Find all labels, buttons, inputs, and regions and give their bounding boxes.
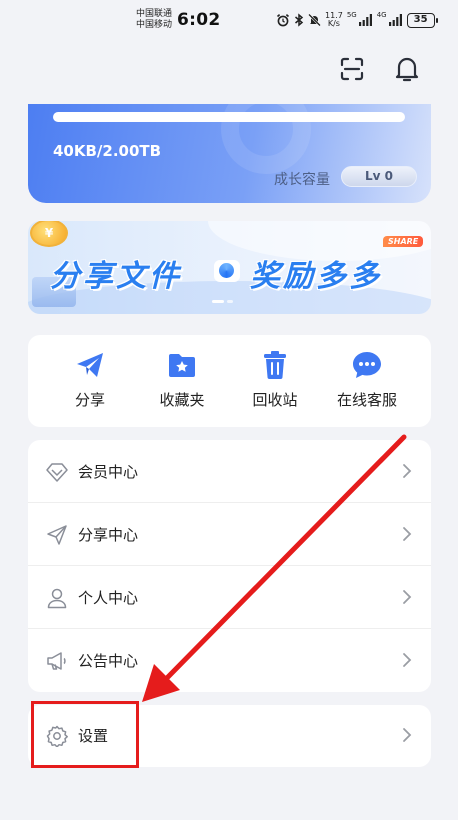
chevron-right-icon [403, 464, 412, 478]
banner-dot-active [212, 300, 224, 303]
storage-usage-text: 40KB/2.00TB [53, 142, 162, 160]
menu-card: 会员中心 分享中心 个人中心 公告中心 [28, 440, 431, 692]
star-folder-icon [166, 349, 198, 381]
battery-indicator: 35 [406, 12, 438, 28]
diamond-icon [46, 461, 68, 483]
send-icon [46, 524, 68, 546]
share-tag: SHARE [383, 236, 424, 247]
banner-title-right: 奖励多多 [250, 259, 382, 294]
quick-action-share[interactable]: 分享 [45, 349, 135, 410]
carrier-1: 中国联通 [136, 9, 173, 19]
coin-symbol: ¥ [44, 226, 54, 240]
user-icon [46, 587, 68, 609]
quick-actions-card: 分享 收藏夹 回收站 在线客服 [28, 335, 431, 427]
chevron-right-icon [403, 653, 412, 667]
app-logo-icon [214, 260, 240, 282]
megaphone-icon [46, 650, 68, 672]
status-icons: 11.7 K/s 5G 4G 35 [276, 9, 438, 31]
notification-button[interactable] [394, 55, 420, 83]
scan-icon [340, 57, 364, 81]
trash-icon [259, 349, 291, 381]
bell-icon [395, 57, 419, 82]
network-speed: 11.7 K/s [325, 12, 343, 28]
status-bar: 中国联通 中国移动 6:02 11.7 K/s 5G 4G 35 [0, 0, 458, 42]
quick-action-label: 回收站 [252, 391, 298, 409]
annotation-highlight-box [31, 701, 139, 768]
quick-action-label: 在线客服 [336, 391, 397, 409]
quick-action-customer-service[interactable]: 在线客服 [322, 349, 412, 410]
storage-progress-bar [53, 112, 405, 122]
mute-bell-icon [308, 13, 321, 27]
quick-action-label: 分享 [74, 391, 105, 409]
carrier-names: 中国联通 中国移动 [136, 9, 172, 31]
level-badge[interactable]: Lv 0 [341, 166, 417, 187]
signal-1-label: 5G [346, 11, 357, 19]
carrier-2: 中国移动 [136, 20, 173, 30]
menu-item-label: 公告中心 [78, 652, 139, 670]
banner-title-left: 分享文件 [50, 259, 182, 294]
status-time: 6:02 [177, 10, 221, 30]
menu-item-share-center[interactable]: 分享中心 [28, 503, 431, 566]
paper-plane-icon [74, 349, 106, 381]
menu-item-announcements[interactable]: 公告中心 [28, 629, 431, 692]
alarm-icon [276, 14, 290, 27]
menu-item-personal-center[interactable]: 个人中心 [28, 566, 431, 629]
quick-action-recycle-bin[interactable]: 回收站 [230, 349, 320, 410]
chevron-right-icon [403, 527, 412, 541]
storage-card[interactable]: 40KB/2.00TB 成长容量 Lv 0 [28, 104, 431, 203]
menu-item-label: 个人中心 [78, 589, 139, 607]
banner-dot [227, 300, 233, 303]
scan-button[interactable] [339, 56, 365, 82]
promo-banner[interactable]: ¥ 分享文件 奖励多多 SHARE [28, 221, 431, 314]
menu-item-membership[interactable]: 会员中心 [28, 440, 431, 503]
signal-1-icon [358, 14, 372, 26]
net-speed-unit: K/s [327, 19, 340, 28]
signal-2-icon [388, 14, 402, 26]
quick-action-favorites[interactable]: 收藏夹 [137, 349, 227, 410]
chevron-right-icon [403, 590, 412, 604]
quick-action-label: 收藏夹 [159, 391, 205, 409]
coin-icon: ¥ [30, 221, 68, 247]
bluetooth-icon [295, 13, 304, 27]
chat-bubble-icon [351, 349, 383, 381]
signal-2-label: 4G [376, 11, 387, 19]
menu-item-label: 会员中心 [78, 463, 139, 481]
banner-pagination [212, 300, 233, 303]
menu-item-label: 分享中心 [78, 526, 139, 544]
growth-capacity-label: 成长容量 [274, 172, 330, 188]
chevron-right-icon [403, 728, 412, 742]
